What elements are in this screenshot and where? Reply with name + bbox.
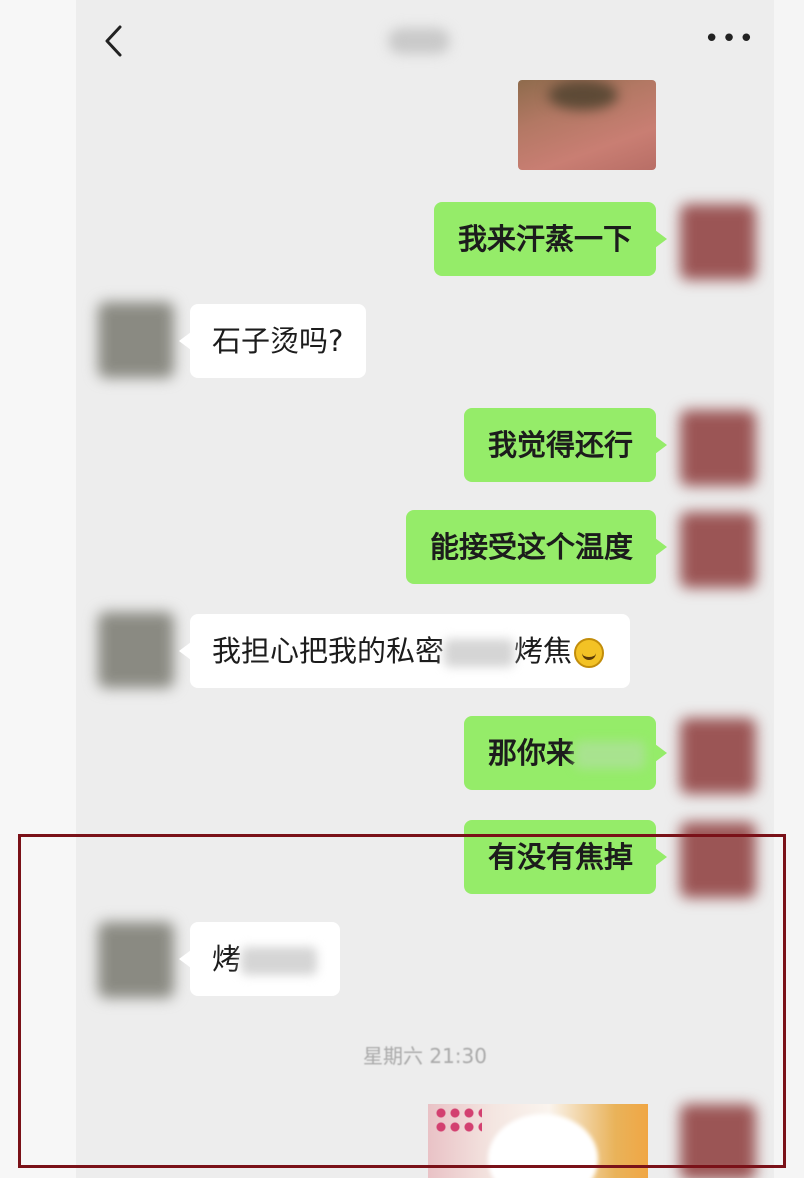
message-text: 我担心把我的私密 [212,634,445,668]
contact-avatar[interactable] [98,612,174,688]
my-avatar[interactable] [680,718,756,794]
grimace-emoji-icon [574,638,605,668]
chat-title [388,28,450,54]
message-bubble-sent[interactable]: 我觉得还行 [464,408,667,482]
chat-header: ••• [76,0,774,80]
message-bubble-sent[interactable]: 能接受这个温度 [406,510,667,584]
message-bubble-received[interactable]: 石子烫吗? [179,304,366,378]
message-bubble-sent[interactable]: 那你来 [464,716,667,790]
message-image[interactable] [518,80,656,170]
blurred-text [444,639,515,667]
my-avatar[interactable] [680,410,756,486]
message-text: 我来汗蒸一下 [458,222,633,256]
blurred-text [575,741,646,769]
message-text: 石子烫吗? [212,324,344,358]
image-detail [548,80,618,110]
message-bubble-received[interactable]: 我担心把我的私密 烤焦 [179,614,630,688]
highlight-frame [18,834,786,1168]
chevron-left-icon[interactable] [100,24,130,58]
message-text: 能接受这个温度 [430,530,634,564]
message-text: 烤焦 [514,634,573,668]
message-text: 那你来 [488,736,576,770]
my-avatar[interactable] [680,204,756,280]
contact-avatar[interactable] [98,302,174,378]
my-avatar[interactable] [680,512,756,588]
ellipsis-icon[interactable]: ••• [704,26,754,52]
message-text: 我觉得还行 [488,428,634,462]
message-bubble-sent[interactable]: 我来汗蒸一下 [434,202,667,276]
